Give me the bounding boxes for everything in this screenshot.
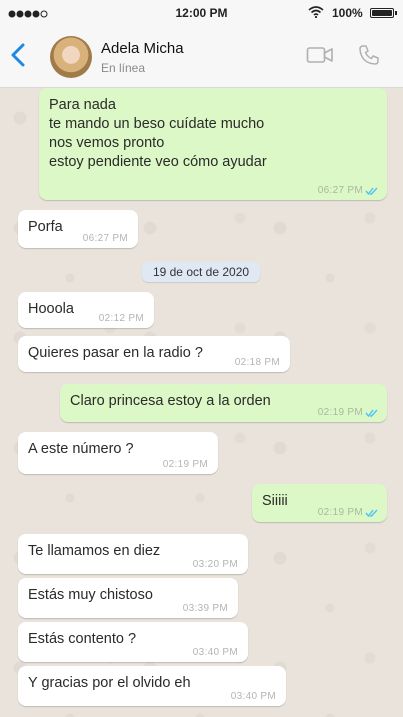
back-chevron-icon[interactable] xyxy=(6,40,32,70)
message-bubble-outgoing[interactable]: Claro princesa estoy a la orden 02:19 PM xyxy=(60,384,387,422)
message-text: A este número ? xyxy=(28,441,134,457)
message-bubble-incoming[interactable]: Porfa 06:27 PM xyxy=(18,210,138,248)
battery-percentage: 100% xyxy=(332,6,363,20)
video-call-icon[interactable] xyxy=(306,44,334,66)
phone-call-icon[interactable] xyxy=(358,44,380,66)
status-bar: 12:00 PM 100% xyxy=(0,0,403,26)
message-text: Y gracias por el olvido eh xyxy=(28,675,191,691)
double-check-icon xyxy=(365,187,378,196)
message-text: Estás muy chistoso xyxy=(28,587,153,603)
date-separator: 19 de oct de 2020 xyxy=(142,262,260,282)
contact-avatar[interactable] xyxy=(50,36,92,78)
message-text: Claro princesa estoy a la orden xyxy=(70,393,271,409)
message-time: 02:19 PM xyxy=(162,459,208,470)
message-time: 02:19 PM xyxy=(317,507,363,518)
message-bubble-incoming[interactable]: Estás contento ? 03:40 PM xyxy=(18,622,248,662)
message-bubble-incoming[interactable]: Y gracias por el olvido eh 03:40 PM xyxy=(18,666,286,706)
message-time: 02:18 PM xyxy=(234,357,280,368)
wifi-icon xyxy=(308,6,324,18)
message-text: Para nada te mando un beso cuídate mucho… xyxy=(49,97,267,170)
message-bubble-outgoing[interactable]: Siiiii 02:19 PM xyxy=(252,484,387,522)
message-text: Estás contento ? xyxy=(28,631,137,647)
message-text: Hooola xyxy=(28,301,74,317)
message-time: 06:27 PM xyxy=(317,185,363,196)
message-bubble-incoming[interactable]: Te llamamos en diez 03:20 PM xyxy=(18,534,248,574)
battery-level xyxy=(372,10,392,16)
chat-area[interactable]: Para nada te mando un beso cuídate mucho… xyxy=(0,88,403,717)
message-time: 03:20 PM xyxy=(192,559,238,570)
message-bubble-incoming[interactable]: Estás muy chistoso 03:39 PM xyxy=(18,578,238,618)
message-bubble-incoming[interactable]: Quieres pasar en la radio ? 02:18 PM xyxy=(18,336,290,372)
message-text: Quieres pasar en la radio ? xyxy=(28,345,203,361)
message-time: 02:19 PM xyxy=(317,407,363,418)
double-check-icon xyxy=(365,409,378,418)
message-text: Te llamamos en diez xyxy=(28,543,161,559)
contact-name[interactable]: Adela Micha xyxy=(101,40,184,57)
message-time: 02:12 PM xyxy=(98,313,144,324)
message-text: Porfa xyxy=(28,219,63,235)
message-time: 06:27 PM xyxy=(82,233,128,244)
battery-icon xyxy=(370,8,397,18)
message-time: 03:40 PM xyxy=(192,647,238,658)
message-bubble-incoming[interactable]: A este número ? 02:19 PM xyxy=(18,432,218,474)
contact-status: En línea xyxy=(101,61,146,75)
double-check-icon xyxy=(365,509,378,518)
chat-header: Adela Micha En línea xyxy=(0,26,403,88)
message-time: 03:39 PM xyxy=(182,603,228,614)
message-time: 03:40 PM xyxy=(230,691,276,702)
message-bubble-incoming[interactable]: Hooola 02:12 PM xyxy=(18,292,154,328)
message-text: Siiiii xyxy=(262,493,288,509)
message-bubble-outgoing[interactable]: Para nada te mando un beso cuídate mucho… xyxy=(39,88,387,200)
